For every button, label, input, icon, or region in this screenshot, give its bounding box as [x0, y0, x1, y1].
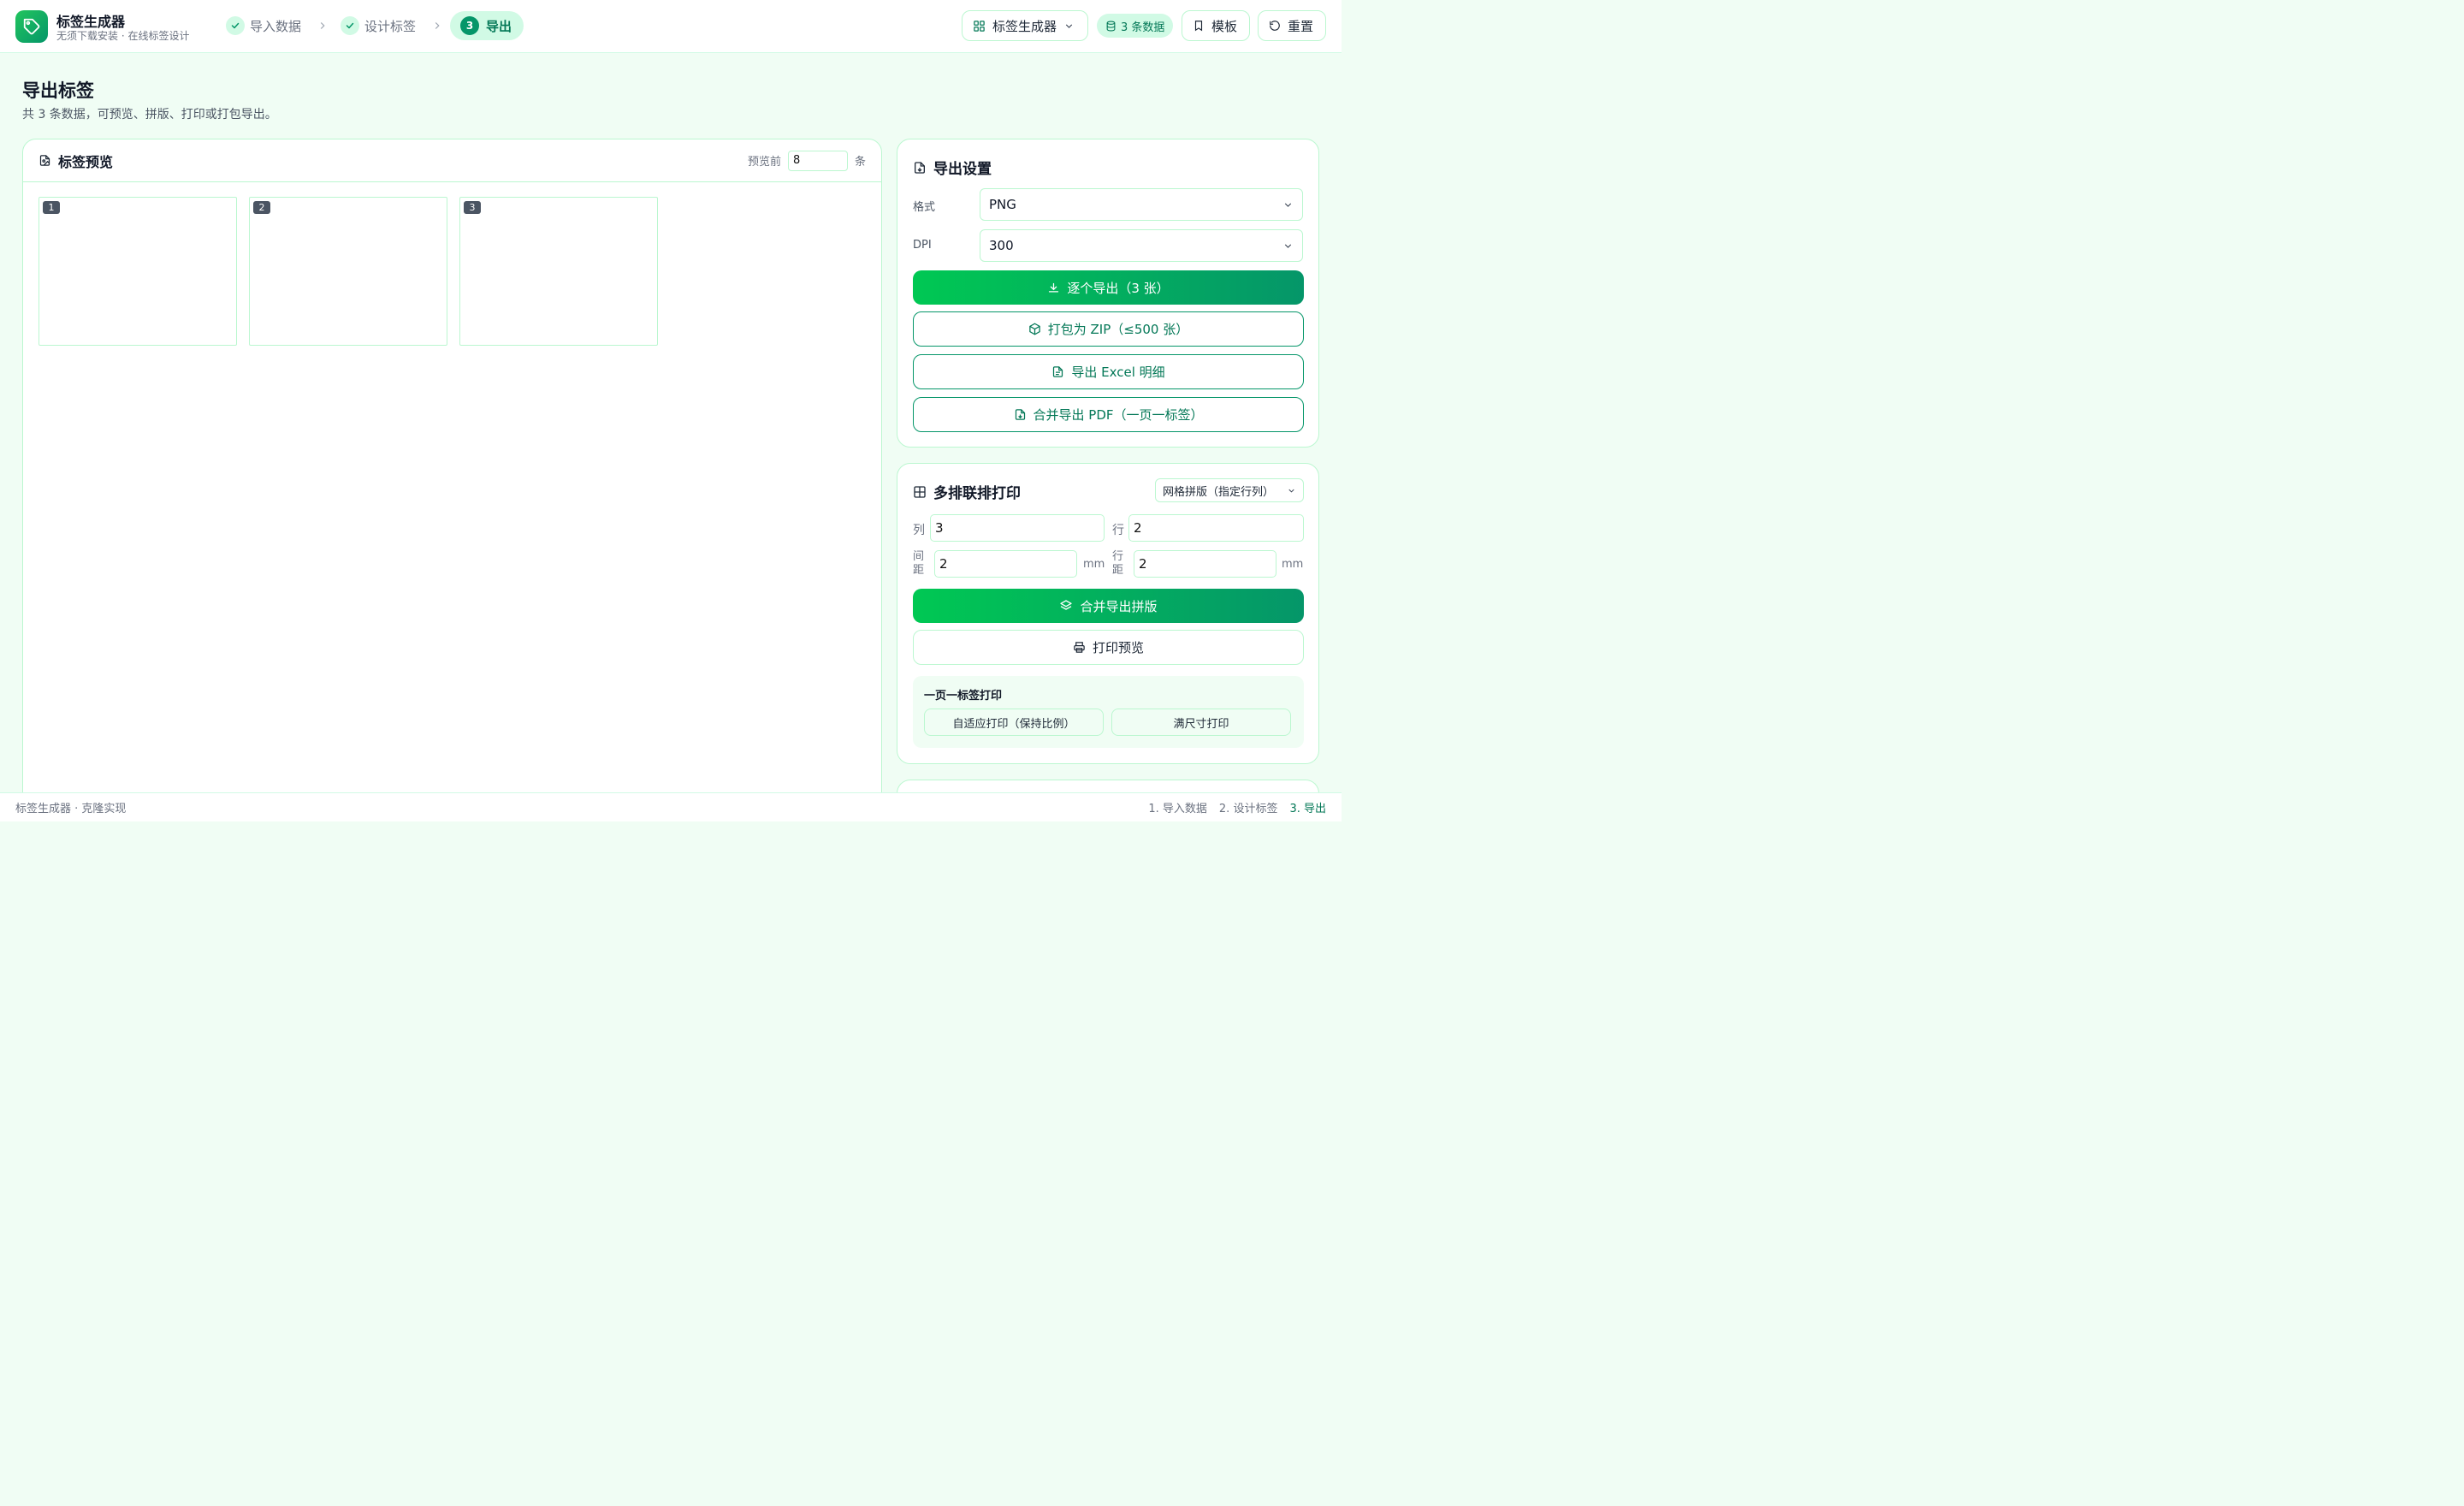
- gap-label: 间距: [913, 550, 925, 577]
- preview-count-suffix: 条: [854, 156, 866, 169]
- multi-print-title: 多排联排打印: [913, 481, 1021, 502]
- label-index-badge: 3: [464, 201, 481, 214]
- format-select[interactable]: PNG: [980, 188, 1303, 221]
- preview-count-prefix: 预览前: [747, 156, 781, 169]
- check-icon: [341, 16, 360, 35]
- step-export[interactable]: 3 导出: [450, 11, 524, 40]
- footer-step-design[interactable]: 2. 设计标签: [1219, 799, 1278, 815]
- grid-icon: [973, 20, 986, 33]
- cols-input[interactable]: 3: [930, 514, 1105, 542]
- footer-text: 标签生成器 · 克隆实现: [15, 803, 127, 815]
- label-preview-item[interactable]: 1: [38, 197, 237, 346]
- layout-mode-select[interactable]: 网格拼版（指定行列）: [1155, 478, 1304, 502]
- step-label: 导入数据: [250, 18, 302, 34]
- layers-icon: [1059, 599, 1073, 613]
- gap-input[interactable]: 2: [934, 550, 1077, 578]
- package-icon: [1028, 323, 1041, 335]
- step-import[interactable]: 导入数据: [221, 11, 310, 40]
- footer-step-import[interactable]: 1. 导入数据: [1148, 799, 1207, 815]
- template-button[interactable]: 模板: [1182, 10, 1250, 41]
- full-size-print-button[interactable]: 满尺寸打印: [1111, 709, 1291, 736]
- download-icon: [1047, 282, 1060, 294]
- file-text-icon: [1051, 365, 1064, 378]
- preview-panel: 标签预览 预览前 8 条 1 2 3: [22, 139, 882, 815]
- app-header: 标签生成器 无须下载安装 · 在线标签设计 导入数据 设计标签 3 导出 标签生…: [0, 0, 1342, 53]
- rows-label: 行: [1112, 524, 1124, 537]
- export-settings-title: 导出设置: [913, 157, 992, 178]
- chevron-down-icon: [1287, 486, 1296, 495]
- chevron-down-icon: [1282, 240, 1294, 252]
- label-index-badge: 2: [253, 201, 270, 214]
- file-download-icon: [913, 161, 927, 175]
- preview-count-input[interactable]: 8: [787, 150, 848, 171]
- page-title: 导出标签: [22, 80, 94, 101]
- footer-steps: 1. 导入数据 2. 设计标签 3. 导出: [1148, 799, 1326, 815]
- app-subtitle: 无须下载安装 · 在线标签设计: [56, 30, 190, 42]
- gap-unit: mm: [1083, 558, 1105, 571]
- chevron-right-icon: [317, 20, 329, 32]
- file-image-icon: [38, 154, 51, 167]
- format-label: 格式: [913, 201, 936, 214]
- chevron-right-icon: [431, 20, 443, 32]
- preview-title: 标签预览: [58, 153, 114, 170]
- single-page-title: 一页一标签打印: [924, 690, 1003, 703]
- database-icon: [1105, 21, 1116, 32]
- app-switch-button[interactable]: 标签生成器: [962, 10, 1088, 41]
- preview-header: 标签预览 预览前 8 条: [23, 139, 881, 182]
- page-subtitle: 共 3 条数据，可预览、拼版、打印或打包导出。: [22, 108, 277, 122]
- app-switch-label: 标签生成器: [992, 18, 1057, 34]
- label-preview-item[interactable]: 3: [459, 197, 658, 346]
- export-settings-card: 导出设置 格式 PNG DPI 300 逐个导出（3 张） 打包为 ZIP（≤5…: [897, 139, 1319, 448]
- grid-icon: [913, 485, 927, 499]
- pdf-export-button[interactable]: 合并导出 PDF（一页一标签）: [913, 397, 1304, 432]
- file-download-icon: [1014, 408, 1027, 421]
- format-value: PNG: [989, 197, 1016, 212]
- data-count-badge: 3 条数据: [1097, 14, 1174, 38]
- zip-export-button[interactable]: 打包为 ZIP（≤500 张）: [913, 311, 1304, 347]
- excel-export-button[interactable]: 导出 Excel 明细: [913, 354, 1304, 389]
- app-footer: 标签生成器 · 克隆实现 1. 导入数据 2. 设计标签 3. 导出: [0, 792, 1342, 821]
- rows-input[interactable]: 2: [1128, 514, 1304, 542]
- merge-export-layout-button[interactable]: 合并导出拼版: [913, 589, 1304, 623]
- fit-print-button[interactable]: 自适应打印（保持比例）: [924, 709, 1104, 736]
- step-design[interactable]: 设计标签: [335, 11, 424, 40]
- step-label: 设计标签: [364, 18, 417, 34]
- row-gap-label: 行距: [1112, 550, 1124, 577]
- dpi-label: DPI: [913, 239, 932, 252]
- reset-button[interactable]: 重置: [1258, 10, 1326, 41]
- dpi-value: 300: [989, 238, 1014, 253]
- check-icon: [226, 16, 245, 35]
- row-gap-input[interactable]: 2: [1134, 550, 1276, 578]
- label-preview-item[interactable]: 2: [249, 197, 447, 346]
- chevron-down-icon: [1063, 21, 1075, 32]
- single-page-print-panel: 一页一标签打印 自适应打印（保持比例） 满尺寸打印: [913, 676, 1304, 748]
- step-nav: 导入数据 设计标签 3 导出: [221, 10, 524, 41]
- label-grid: 1 2 3: [38, 197, 658, 346]
- tag-logo-icon: [15, 10, 48, 43]
- step-number: 3: [460, 16, 480, 35]
- footer-step-export[interactable]: 3. 导出: [1289, 799, 1326, 815]
- dpi-select[interactable]: 300: [980, 229, 1303, 262]
- step-label: 导出: [486, 18, 512, 34]
- template-label: 模板: [1211, 18, 1238, 34]
- row-gap-unit: mm: [1282, 558, 1304, 571]
- cols-label: 列: [913, 524, 925, 537]
- print-preview-button[interactable]: 打印预览: [913, 630, 1304, 665]
- multi-print-card: 多排联排打印 网格拼版（指定行列） 列 3 行 2 间距 2 mm 行距 2 m…: [897, 463, 1319, 764]
- export-each-button[interactable]: 逐个导出（3 张）: [913, 270, 1304, 305]
- data-count-label: 3 条数据: [1121, 21, 1165, 34]
- chevron-down-icon: [1282, 199, 1294, 210]
- label-index-badge: 1: [43, 201, 60, 214]
- preview-count-control: 预览前 8 条: [747, 150, 866, 171]
- bookmark-icon: [1193, 20, 1205, 32]
- reset-label: 重置: [1288, 18, 1314, 34]
- rotate-ccw-icon: [1269, 20, 1281, 32]
- printer-icon: [1073, 641, 1086, 654]
